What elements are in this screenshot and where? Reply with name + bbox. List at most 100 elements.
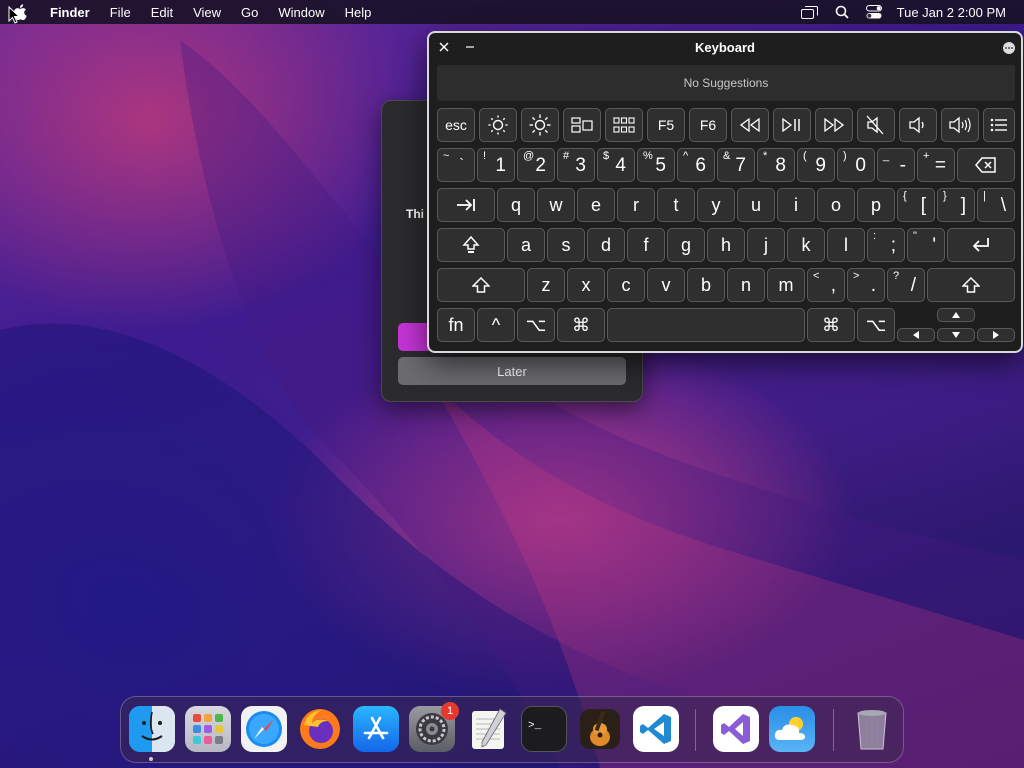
key-fast-forward[interactable] xyxy=(815,108,853,142)
menu-window[interactable]: Window xyxy=(268,0,334,24)
key-mute[interactable] xyxy=(857,108,895,142)
key-8[interactable]: * 8 xyxy=(757,148,795,182)
key-left-option[interactable]: ⌥ xyxy=(517,308,555,342)
key-3[interactable]: #3 xyxy=(557,148,595,182)
dock-trash-icon[interactable] xyxy=(849,706,895,752)
keyboard-titlebar[interactable]: Keyboard xyxy=(429,33,1021,63)
key-v[interactable]: v xyxy=(647,268,685,302)
key-rewind[interactable] xyxy=(731,108,769,142)
key-brightness-down[interactable] xyxy=(479,108,517,142)
key-right-option[interactable]: ⌥ xyxy=(857,308,895,342)
options-icon[interactable] xyxy=(1003,42,1015,54)
key-e[interactable]: e xyxy=(577,188,615,222)
dock-safari-icon[interactable] xyxy=(241,706,287,752)
key-a[interactable]: a xyxy=(507,228,545,262)
menu-view[interactable]: View xyxy=(183,0,231,24)
key-caps-lock[interactable] xyxy=(437,228,505,262)
key-period[interactable]: >. xyxy=(847,268,885,302)
key-s[interactable]: s xyxy=(547,228,585,262)
key-x[interactable]: x xyxy=(567,268,605,302)
key-right-shift[interactable] xyxy=(927,268,1015,302)
key-f5[interactable]: F5 xyxy=(647,108,685,142)
key-i[interactable]: i xyxy=(777,188,815,222)
key-return[interactable] xyxy=(947,228,1015,262)
dock-finder-icon[interactable] xyxy=(129,706,175,752)
key-volume-down[interactable] xyxy=(899,108,937,142)
key-right-command[interactable]: ⌘ xyxy=(807,308,855,342)
dock-vscode-icon[interactable] xyxy=(633,706,679,752)
key-t[interactable]: t xyxy=(657,188,695,222)
key-f6[interactable]: F6 xyxy=(689,108,727,142)
key-delete[interactable] xyxy=(957,148,1015,182)
key-tab[interactable] xyxy=(437,188,495,222)
key-arrow-down[interactable] xyxy=(937,328,975,342)
key-l[interactable]: l xyxy=(827,228,865,262)
key-m[interactable]: m xyxy=(767,268,805,302)
key-backslash[interactable]: | \ xyxy=(977,188,1015,222)
key-equals[interactable]: + = xyxy=(917,148,955,182)
key-left-command[interactable]: ⌘ xyxy=(557,308,605,342)
key-comma[interactable]: <, xyxy=(807,268,845,302)
key-play-pause[interactable] xyxy=(773,108,811,142)
key-j[interactable]: j xyxy=(747,228,785,262)
key-q[interactable]: q xyxy=(497,188,535,222)
key-d[interactable]: d xyxy=(587,228,625,262)
key-9[interactable]: (9 xyxy=(797,148,835,182)
key-volume-up[interactable] xyxy=(941,108,979,142)
key-semicolon[interactable]: :; xyxy=(867,228,905,262)
key-5[interactable]: % 5 xyxy=(637,148,675,182)
dock-system-settings-icon[interactable]: 1 xyxy=(409,702,459,752)
dock-weather-icon[interactable] xyxy=(769,706,815,752)
menu-go[interactable]: Go xyxy=(231,0,268,24)
key-u[interactable]: u xyxy=(737,188,775,222)
key-1[interactable]: ! 1 xyxy=(477,148,515,182)
control-center-icon[interactable] xyxy=(865,5,883,19)
key-2[interactable]: @2 xyxy=(517,148,555,182)
key-space[interactable] xyxy=(607,308,805,342)
menu-edit[interactable]: Edit xyxy=(141,0,183,24)
key-g[interactable]: g xyxy=(667,228,705,262)
dock-terminal-icon[interactable]: >_ xyxy=(521,706,567,752)
dock-textedit-icon[interactable] xyxy=(465,706,511,752)
key-k[interactable]: k xyxy=(787,228,825,262)
key-brightness-up[interactable] xyxy=(521,108,559,142)
key-left-shift[interactable] xyxy=(437,268,525,302)
key-z[interactable]: z xyxy=(527,268,565,302)
dock-garageband-icon[interactable] xyxy=(577,706,623,752)
key-slash[interactable]: ? / xyxy=(887,268,925,302)
key-quote[interactable]: " ' xyxy=(907,228,945,262)
key-c[interactable]: c xyxy=(607,268,645,302)
key-f[interactable]: f xyxy=(627,228,665,262)
key-fn[interactable]: fn xyxy=(437,308,475,342)
key-control[interactable]: ^ xyxy=(477,308,515,342)
key-4[interactable]: $4 xyxy=(597,148,635,182)
screen-mirroring-icon[interactable] xyxy=(801,5,819,19)
key-mission-control[interactable] xyxy=(563,108,601,142)
key-left-bracket[interactable]: {[ xyxy=(897,188,935,222)
menu-app-finder[interactable]: Finder xyxy=(40,0,100,24)
key-dictation[interactable] xyxy=(983,108,1015,142)
key-o[interactable]: o xyxy=(817,188,855,222)
dock-firefox-icon[interactable] xyxy=(297,706,343,752)
key-b[interactable]: b xyxy=(687,268,725,302)
key-w[interactable]: w xyxy=(537,188,575,222)
apple-menu-icon[interactable] xyxy=(0,4,40,20)
key-7[interactable]: & 7 xyxy=(717,148,755,182)
key-p[interactable]: p xyxy=(857,188,895,222)
key-launchpad[interactable] xyxy=(605,108,643,142)
key-6[interactable]: ^ 6 xyxy=(677,148,715,182)
dock-launchpad-icon[interactable] xyxy=(185,706,231,752)
key-n[interactable]: n xyxy=(727,268,765,302)
key-esc[interactable]: esc xyxy=(437,108,475,142)
later-button[interactable]: Later xyxy=(398,357,626,385)
menu-file[interactable]: File xyxy=(100,0,141,24)
search-icon[interactable] xyxy=(833,5,851,19)
key-0[interactable]: ) 0 xyxy=(837,148,875,182)
key-arrow-left[interactable] xyxy=(897,328,935,342)
key-minus[interactable]: _ - xyxy=(877,148,915,182)
key-arrow-right[interactable] xyxy=(977,328,1015,342)
key-r[interactable]: r xyxy=(617,188,655,222)
key-right-bracket[interactable]: }] xyxy=(937,188,975,222)
key-h[interactable]: h xyxy=(707,228,745,262)
menu-help[interactable]: Help xyxy=(335,0,382,24)
